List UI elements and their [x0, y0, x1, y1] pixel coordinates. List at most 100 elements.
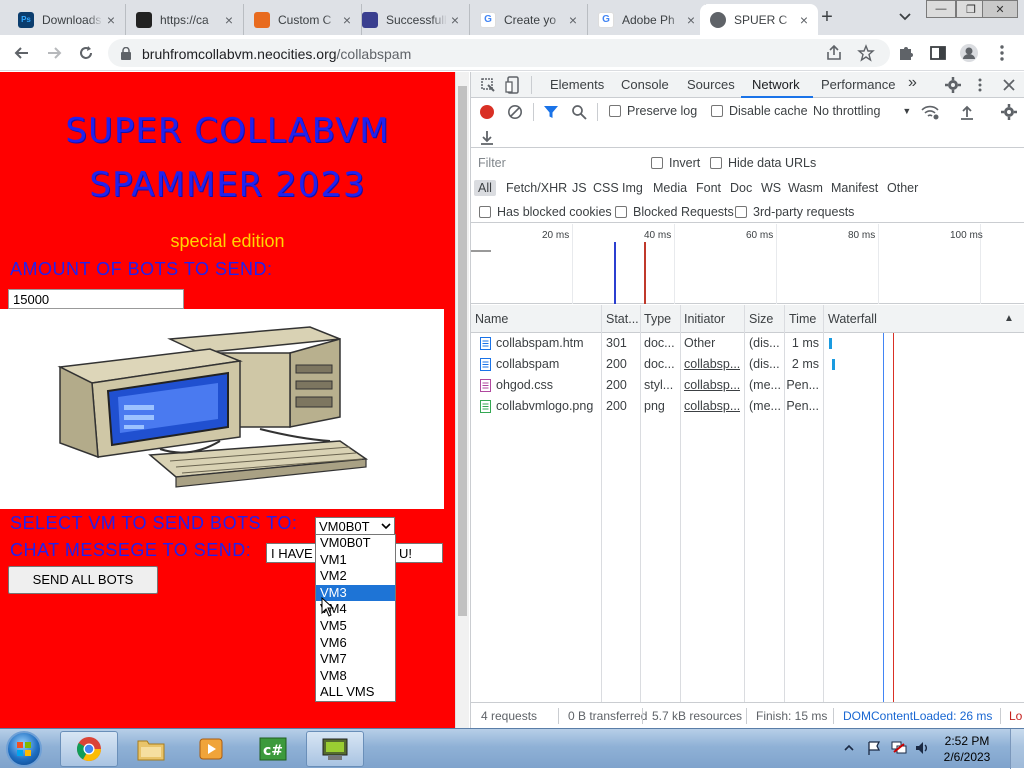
device-toolbar-icon[interactable]: [505, 76, 521, 94]
browser-tab-7[interactable]: SPUER C ×: [700, 4, 818, 35]
request-row[interactable]: collabspam.htm 301 doc... Other (dis... 1 ms: [471, 333, 1024, 354]
taskbar-clock[interactable]: 2:52 PM 2/6/2023: [934, 733, 1000, 765]
filter-type-img[interactable]: Img: [622, 181, 643, 195]
taskbar-csharp[interactable]: c#: [244, 731, 302, 767]
network-settings-gear-icon[interactable]: [1001, 104, 1017, 120]
bots-amount-input[interactable]: [8, 289, 184, 309]
close-devtools-icon[interactable]: [1002, 78, 1016, 92]
record-icon[interactable]: [479, 104, 495, 120]
gear-icon[interactable]: [945, 77, 961, 93]
browser-tab-4[interactable]: Successfully ×: [352, 4, 470, 35]
filter-icon[interactable]: [543, 104, 559, 120]
disable-cache-checkbox[interactable]: Disable cache: [711, 104, 808, 118]
sort-ascending-icon[interactable]: ▲: [1004, 313, 1014, 324]
browser-tab-5[interactable]: G Create yo ×: [470, 4, 588, 35]
import-har-icon[interactable]: [960, 104, 974, 120]
close-tab-icon[interactable]: ×: [221, 12, 237, 28]
page-scrollbar-thumb[interactable]: [458, 86, 467, 616]
close-window-button[interactable]: ✕: [982, 0, 1018, 18]
filter-type-font[interactable]: Font: [696, 181, 721, 195]
new-tab-button[interactable]: +: [816, 6, 838, 28]
devtools-tab-performance[interactable]: Performance: [821, 77, 895, 92]
volume-icon[interactable]: [914, 740, 930, 756]
minimize-button[interactable]: —: [926, 0, 956, 18]
back-button[interactable]: [11, 42, 33, 64]
column-header[interactable]: Stat...: [606, 312, 639, 326]
taskbar-explorer[interactable]: [122, 731, 180, 767]
browser-tab-1[interactable]: Ps Downloads ×: [8, 4, 126, 35]
start-button[interactable]: [6, 731, 42, 767]
clear-icon[interactable]: [507, 104, 523, 120]
close-tab-icon[interactable]: ×: [565, 12, 581, 28]
side-panel-button[interactable]: [927, 42, 949, 64]
filter-type-js[interactable]: JS: [572, 181, 587, 195]
taskbar-chrome[interactable]: [60, 731, 118, 767]
column-header[interactable]: Waterfall: [828, 312, 877, 326]
filter-type-ws[interactable]: WS: [761, 181, 781, 195]
devtools-tab-sources[interactable]: Sources: [687, 77, 735, 92]
devtools-tab-network[interactable]: Network: [752, 77, 800, 92]
vm-option[interactable]: VM6: [316, 635, 395, 652]
hide-data-urls-checkbox[interactable]: Hide data URLs: [710, 156, 816, 170]
vm-option[interactable]: VM1: [316, 552, 395, 569]
taskbar-computer-app[interactable]: [306, 731, 364, 767]
vm-option[interactable]: VM0B0T: [316, 535, 395, 552]
close-tab-icon[interactable]: ×: [447, 12, 463, 28]
vm-select-dropdown[interactable]: VM0B0T: [315, 517, 395, 535]
filter-type-css[interactable]: CSS: [593, 181, 619, 195]
taskbar-media-player[interactable]: [182, 731, 240, 767]
browser-tab-2[interactable]: https://ca ×: [126, 4, 244, 35]
browser-tab-3[interactable]: Custom C ×: [244, 4, 362, 35]
search-icon[interactable]: [571, 104, 587, 120]
filter-type-all[interactable]: All: [474, 180, 496, 196]
column-header[interactable]: Time: [789, 312, 816, 326]
filter-type-media[interactable]: Media: [653, 181, 687, 195]
throttling-select[interactable]: No throttling ▼: [813, 104, 911, 118]
vm-option[interactable]: VM5: [316, 618, 395, 635]
network-overview-timeline[interactable]: 20 ms 40 ms 60 ms 80 ms 100 ms: [471, 224, 1024, 304]
bookmark-button[interactable]: [855, 42, 877, 64]
chrome-menu-button[interactable]: [991, 42, 1013, 64]
vm-options-list[interactable]: VM0B0T VM1 VM2 VM3 VM4 VM5 VM6 VM7 VM8 ALL VMS: [315, 534, 396, 702]
filter-type-manifest[interactable]: Manifest: [831, 181, 878, 195]
extensions-button[interactable]: [895, 42, 917, 64]
share-button[interactable]: [823, 42, 845, 64]
request-initiator[interactable]: collabsp...: [684, 357, 740, 371]
request-initiator[interactable]: collabsp...: [684, 399, 740, 413]
filter-type-doc[interactable]: Doc: [730, 181, 752, 195]
forward-button[interactable]: [43, 42, 65, 64]
request-row[interactable]: ohgod.css 200 styl... collabsp... (me... Pen.…: [471, 375, 1024, 396]
blocked-requests-checkbox[interactable]: Blocked Requests: [615, 205, 734, 219]
more-tabs-icon[interactable]: »: [908, 74, 917, 92]
vm-option[interactable]: VM8: [316, 668, 395, 685]
preserve-log-checkbox[interactable]: Preserve log: [609, 104, 697, 118]
blocked-cookies-checkbox[interactable]: Has blocked cookies: [479, 205, 612, 219]
profile-button[interactable]: [958, 42, 980, 64]
devtools-tab-console[interactable]: Console: [621, 77, 669, 92]
close-tab-icon[interactable]: ×: [103, 12, 119, 28]
export-har-icon[interactable]: [480, 129, 494, 145]
filter-input[interactable]: Filter: [475, 154, 637, 172]
vm-option[interactable]: VM2: [316, 568, 395, 585]
third-party-checkbox[interactable]: 3rd-party requests: [735, 205, 854, 219]
network-conditions-icon[interactable]: [921, 104, 939, 120]
request-row[interactable]: collabspam 200 doc... collabsp... (dis... 2 m…: [471, 354, 1024, 375]
show-desktop-button[interactable]: [1010, 729, 1024, 769]
column-header[interactable]: Size: [749, 312, 773, 326]
vm-option[interactable]: ALL VMS: [316, 684, 395, 701]
column-header[interactable]: Name: [475, 312, 508, 326]
vm-option[interactable]: VM7: [316, 651, 395, 668]
show-hidden-icons-icon[interactable]: [844, 743, 854, 753]
devtools-tab-elements[interactable]: Elements: [550, 77, 604, 92]
send-all-bots-button[interactable]: SEND ALL BOTS: [8, 566, 158, 594]
tab-search-icon[interactable]: [896, 7, 914, 25]
network-tray-icon[interactable]: [890, 740, 908, 756]
action-center-flag-icon[interactable]: [866, 740, 882, 756]
devtools-menu-icon[interactable]: [977, 77, 983, 93]
invert-checkbox[interactable]: Invert: [651, 156, 700, 170]
reload-button[interactable]: [75, 42, 97, 64]
filter-type-wasm[interactable]: Wasm: [788, 181, 823, 195]
close-tab-icon[interactable]: ×: [683, 12, 699, 28]
column-header[interactable]: Initiator: [684, 312, 725, 326]
inspect-element-icon[interactable]: [480, 77, 496, 93]
